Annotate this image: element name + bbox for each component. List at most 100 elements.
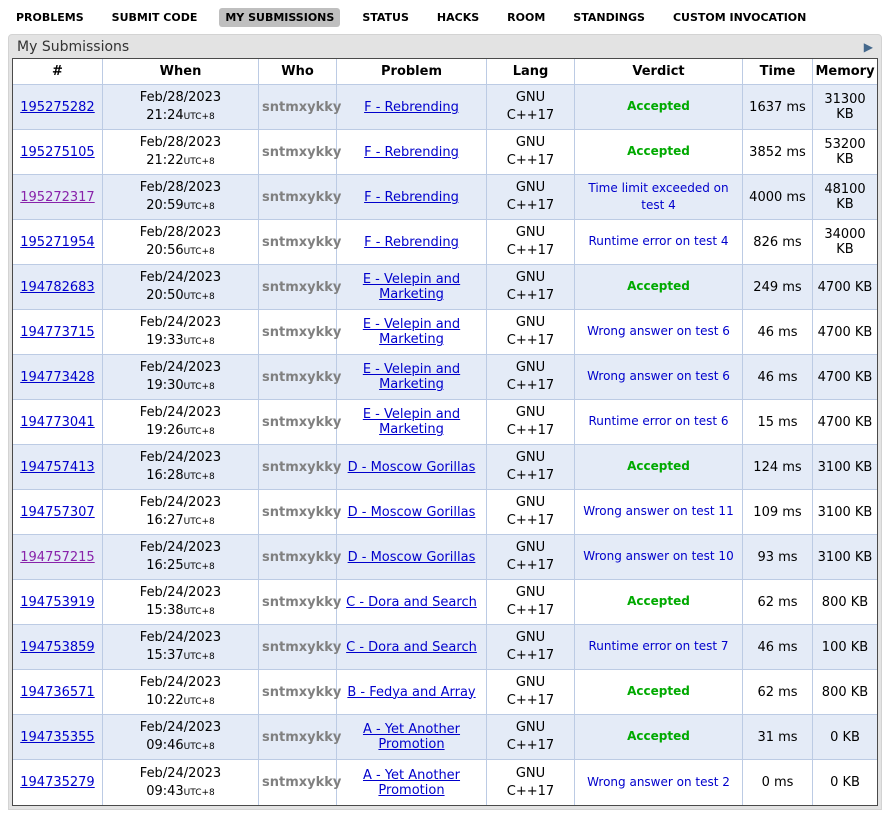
problem-link[interactable]: C - Dora and Search: [346, 595, 477, 610]
problem-link[interactable]: F - Rebrending: [364, 100, 459, 115]
language-label: GNU C++17: [507, 179, 555, 214]
table-row: 194773428 Feb/24/2023 19:30UTC+8 sntmxyk…: [13, 355, 877, 400]
cell-who: sntmxykky: [259, 670, 337, 715]
problem-link[interactable]: E - Velepin and Marketing: [363, 362, 460, 392]
cell-who: sntmxykky: [259, 220, 337, 265]
user-link[interactable]: sntmxykky: [262, 415, 341, 430]
nav-item-hacks[interactable]: HACKS: [431, 8, 485, 27]
user-link[interactable]: sntmxykky: [262, 325, 341, 340]
submission-link[interactable]: 195271954: [20, 235, 94, 250]
cell-id: 194782683: [13, 265, 103, 310]
cell-problem: C - Dora and Search: [337, 580, 487, 625]
user-link[interactable]: sntmxykky: [262, 505, 341, 520]
submission-link[interactable]: 194757307: [20, 505, 94, 520]
timezone-label: UTC+8: [184, 112, 215, 122]
user-link[interactable]: sntmxykky: [262, 370, 341, 385]
user-link[interactable]: sntmxykky: [262, 460, 341, 475]
nav-item-status[interactable]: STATUS: [356, 8, 415, 27]
nav-item-room[interactable]: ROOM: [501, 8, 551, 27]
collapse-arrow-icon[interactable]: ▶: [864, 41, 873, 53]
user-link[interactable]: sntmxykky: [262, 640, 341, 655]
cell-problem: F - Rebrending: [337, 175, 487, 220]
nav-item-my-submissions[interactable]: MY SUBMISSIONS: [219, 8, 340, 27]
submission-link[interactable]: 194773715: [20, 325, 94, 340]
submission-clock: 10:22: [146, 693, 183, 708]
submission-link[interactable]: 194773041: [20, 415, 94, 430]
problem-link[interactable]: D - Moscow Gorillas: [348, 460, 476, 475]
cell-memory: 3100 KB: [813, 445, 877, 490]
user-link[interactable]: sntmxykky: [262, 235, 341, 250]
submission-clock: 15:37: [146, 648, 183, 663]
cell-problem: C - Dora and Search: [337, 625, 487, 670]
submission-link[interactable]: 194782683: [20, 280, 94, 295]
user-link[interactable]: sntmxykky: [262, 190, 341, 205]
column-header-lang: Lang: [487, 59, 575, 85]
table-row: 194782683 Feb/24/2023 20:50UTC+8 sntmxyk…: [13, 265, 877, 310]
user-link[interactable]: sntmxykky: [262, 730, 341, 745]
submission-date: Feb/24/2023: [106, 539, 255, 557]
submission-link[interactable]: 194736571: [20, 685, 94, 700]
verdict-label: Wrong answer on test 2: [587, 774, 730, 791]
table-row: 194757215 Feb/24/2023 16:25UTC+8 sntmxyk…: [13, 535, 877, 580]
submission-link[interactable]: 194735279: [20, 775, 94, 790]
cell-time: 0 ms: [743, 760, 813, 805]
problem-link[interactable]: F - Rebrending: [364, 145, 459, 160]
submission-link[interactable]: 194757215: [20, 550, 94, 565]
timezone-label: UTC+8: [184, 517, 215, 527]
cell-time: 1637 ms: [743, 85, 813, 130]
problem-link[interactable]: B - Fedya and Array: [347, 685, 475, 700]
user-link[interactable]: sntmxykky: [262, 595, 341, 610]
verdict-label: Accepted: [627, 458, 690, 475]
user-link[interactable]: sntmxykky: [262, 280, 341, 295]
cell-id: 194753919: [13, 580, 103, 625]
cell-id: 194773041: [13, 400, 103, 445]
language-label: GNU C++17: [507, 224, 555, 259]
submission-link[interactable]: 195275105: [20, 145, 94, 160]
submission-link[interactable]: 194753919: [20, 595, 94, 610]
problem-link[interactable]: E - Velepin and Marketing: [363, 272, 460, 302]
cell-verdict: Accepted: [575, 85, 743, 130]
problem-link[interactable]: F - Rebrending: [364, 190, 459, 205]
problem-link[interactable]: F - Rebrending: [364, 235, 459, 250]
submission-link[interactable]: 194735355: [20, 730, 94, 745]
problem-link[interactable]: D - Moscow Gorillas: [348, 550, 476, 565]
cell-who: sntmxykky: [259, 310, 337, 355]
problem-link[interactable]: A - Yet Another Promotion: [363, 722, 460, 752]
exec-time: 0 ms: [762, 775, 794, 790]
cell-who: sntmxykky: [259, 130, 337, 175]
problem-link[interactable]: E - Velepin and Marketing: [363, 407, 460, 437]
submission-link[interactable]: 195275282: [20, 100, 94, 115]
problem-link[interactable]: D - Moscow Gorillas: [348, 505, 476, 520]
verdict-label: Wrong answer on test 11: [583, 503, 733, 520]
user-link[interactable]: sntmxykky: [262, 145, 341, 160]
memory-label: 0 KB: [830, 775, 860, 790]
problem-link[interactable]: C - Dora and Search: [346, 640, 477, 655]
nav-item-custom-invocation[interactable]: CUSTOM INVOCATION: [667, 8, 812, 27]
cell-verdict: Time limit exceeded on test 4: [575, 175, 743, 220]
cell-time: 124 ms: [743, 445, 813, 490]
cell-memory: 34000 KB: [813, 220, 877, 265]
submission-link[interactable]: 194773428: [20, 370, 94, 385]
problem-link[interactable]: E - Velepin and Marketing: [363, 317, 460, 347]
submission-link[interactable]: 194753859: [20, 640, 94, 655]
nav-item-problems[interactable]: PROBLEMS: [10, 8, 90, 27]
problem-link[interactable]: A - Yet Another Promotion: [363, 768, 460, 798]
user-link[interactable]: sntmxykky: [262, 685, 341, 700]
nav-item-submit-code[interactable]: SUBMIT CODE: [106, 8, 204, 27]
table-row: 194753859 Feb/24/2023 15:37UTC+8 sntmxyk…: [13, 625, 877, 670]
section-title: My Submissions: [17, 39, 129, 55]
user-link[interactable]: sntmxykky: [262, 100, 341, 115]
cell-memory: 53200 KB: [813, 130, 877, 175]
submission-link[interactable]: 195272317: [20, 190, 94, 205]
nav-item-standings[interactable]: STANDINGS: [567, 8, 651, 27]
verdict-label: Wrong answer on test 6: [587, 323, 730, 340]
cell-id: 194773715: [13, 310, 103, 355]
verdict-label: Runtime error on test 6: [588, 413, 728, 430]
memory-label: 4700 KB: [818, 415, 873, 430]
user-link[interactable]: sntmxykky: [262, 550, 341, 565]
top-nav: PROBLEMS SUBMIT CODE MY SUBMISSIONS STATUS H…: [0, 0, 890, 32]
submission-link[interactable]: 194757413: [20, 460, 94, 475]
language-label: GNU C++17: [507, 539, 555, 574]
cell-when: Feb/24/2023 15:38UTC+8: [103, 580, 259, 625]
user-link[interactable]: sntmxykky: [262, 775, 341, 790]
